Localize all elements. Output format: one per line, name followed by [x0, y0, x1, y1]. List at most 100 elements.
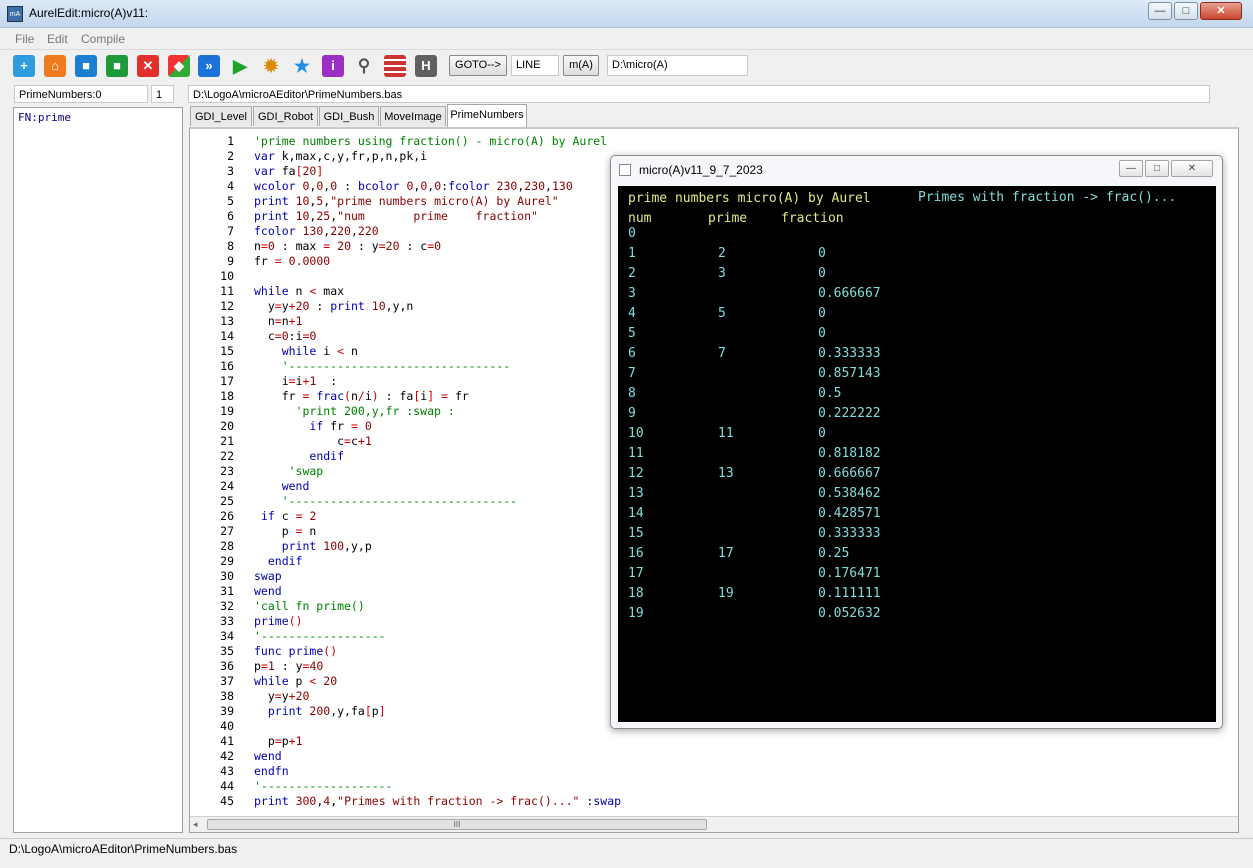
code-line[interactable]: 'prime numbers using fraction() - micro(… [254, 134, 607, 148]
output-minimize-button[interactable]: — [1119, 160, 1143, 177]
code-line[interactable]: print 100,y,p [254, 539, 372, 553]
tab-gdi-bush[interactable]: GDI_Bush [319, 106, 379, 126]
menu-file[interactable]: File [15, 32, 34, 46]
function-list-panel[interactable]: FN:prime [13, 107, 183, 833]
list-icon[interactable] [384, 55, 406, 77]
code-line[interactable]: if fr = 0 [254, 419, 371, 433]
code-line[interactable]: '------------------- [254, 779, 392, 793]
output-num-cell: 5 [628, 326, 636, 341]
function-list-item[interactable]: FN:prime [18, 111, 71, 124]
line-number: 20 [220, 419, 234, 433]
mode-button[interactable]: m(A) [563, 55, 599, 76]
app-icon: mA [7, 6, 23, 22]
output-window[interactable]: micro(A)v11_9_7_2023 — □ ✕ prime numbers… [610, 155, 1223, 729]
code-line[interactable]: endfn [254, 764, 289, 778]
output-fraction-cell: 0 [818, 246, 826, 261]
code-line[interactable]: 'print 200,y,fr :swap : [254, 404, 455, 418]
code-line[interactable]: 'call fn prime() [254, 599, 365, 613]
code-line[interactable]: wend [254, 584, 282, 598]
code-line[interactable]: 'swap [254, 464, 324, 478]
code-line[interactable]: p=1 : y=40 [254, 659, 323, 673]
menu-compile[interactable]: Compile [81, 32, 125, 46]
code-line[interactable]: while p < 20 [254, 674, 337, 688]
code-line[interactable]: fcolor 130,220,220 [254, 224, 379, 238]
code-line[interactable]: wend [254, 479, 310, 493]
close-button[interactable]: ✕ [1200, 2, 1242, 20]
help-icon[interactable]: H [415, 55, 437, 77]
output-col-num: num [628, 211, 652, 226]
path-field[interactable]: D:\micro(A) [607, 55, 748, 76]
run-icon[interactable]: ▶ [229, 55, 251, 77]
scrollbar-thumb[interactable]: III [207, 819, 707, 830]
code-line[interactable]: c=0:i=0 [254, 329, 317, 343]
line-number: 24 [220, 479, 234, 493]
settings-gear-icon[interactable]: ✹ [260, 55, 282, 77]
code-line[interactable]: fr = frac(n/i) : fa[i] = fr [254, 389, 469, 403]
code-line[interactable]: print 10,25,"num prime fraction" [254, 209, 538, 223]
output-fraction-cell: 0.176471 [818, 566, 881, 581]
tab-gdi-robot[interactable]: GDI_Robot [253, 106, 318, 126]
count-field[interactable]: 1 [151, 85, 174, 103]
code-line[interactable]: func prime() [254, 644, 337, 658]
line-number: 14 [220, 329, 234, 343]
code-line[interactable]: i=i+1 : [254, 374, 337, 388]
code-line[interactable]: c=c+1 [254, 434, 372, 448]
search-icon[interactable]: ⚲ [353, 55, 375, 77]
minimize-button[interactable]: — [1148, 2, 1172, 20]
code-line[interactable]: endif [254, 554, 303, 568]
code-line[interactable]: swap [254, 569, 282, 583]
open-file-icon[interactable]: ⌂ [44, 55, 66, 77]
code-line[interactable]: n=0 : max = 20 : y=20 : c=0 [254, 239, 441, 253]
code-line[interactable]: while n < max [254, 284, 344, 298]
maximize-button[interactable]: □ [1174, 2, 1198, 20]
save-as-icon[interactable]: ■ [106, 55, 128, 77]
output-prime-cell: 3 [718, 266, 726, 281]
colors-icon[interactable]: ◆ [168, 55, 190, 77]
code-line[interactable]: while i < n [254, 344, 358, 358]
code-line[interactable]: y=y+20 : print 10,y,n [254, 299, 414, 313]
code-line[interactable]: endif [254, 449, 344, 463]
code-line[interactable]: fr = 0.0000 [254, 254, 330, 268]
menu-edit[interactable]: Edit [47, 32, 68, 46]
line-number: 15 [220, 344, 234, 358]
title-bar[interactable]: mA AurelEdit:micro(A)v11: — □ ✕ [0, 0, 1253, 28]
output-maximize-button[interactable]: □ [1145, 160, 1169, 177]
line-field[interactable]: LINE [511, 55, 559, 76]
line-number: 25 [220, 494, 234, 508]
code-line[interactable]: wend [254, 749, 282, 763]
code-line[interactable]: p = n [254, 524, 317, 538]
code-line[interactable]: var k,max,c,y,fr,p,n,pk,i [254, 149, 427, 163]
new-file-icon[interactable]: + [13, 55, 35, 77]
code-line[interactable]: '--------------------------------- [254, 494, 517, 508]
scroll-left-icon[interactable]: ◂ [193, 819, 198, 830]
fast-forward-icon[interactable]: » [198, 55, 220, 77]
code-line[interactable]: p=p+1 [254, 734, 303, 748]
tab-prime-numbers[interactable]: PrimeNumbers [447, 104, 527, 127]
code-line[interactable]: prime() [254, 614, 303, 628]
code-line[interactable]: print 200,y,fa[p] [254, 704, 386, 718]
output-close-button[interactable]: ✕ [1171, 160, 1213, 177]
code-line[interactable]: '------------------ [254, 629, 386, 643]
file-path-field[interactable]: D:\LogoA\microAEditor\PrimeNumbers.bas [188, 85, 1210, 103]
info-icon[interactable]: i [322, 55, 344, 77]
code-line[interactable]: print 10,5,"prime numbers micro(A) by Au… [254, 194, 559, 208]
code-line[interactable]: '-------------------------------- [254, 359, 511, 373]
line-number: 22 [220, 449, 234, 463]
code-line[interactable]: var fa[20] [254, 164, 323, 178]
horizontal-scrollbar[interactable]: ◂ III [190, 816, 1238, 832]
code-line[interactable]: n=n+1 [254, 314, 303, 328]
tab-gdi-level[interactable]: GDI_Level [190, 106, 252, 126]
code-line[interactable]: wcolor 0,0,0 : bcolor 0,0,0:fcolor 230,2… [254, 179, 573, 193]
save-file-icon[interactable]: ■ [75, 55, 97, 77]
goto-button[interactable]: GOTO--> [449, 55, 507, 76]
line-number: 31 [220, 584, 234, 598]
function-list-field[interactable]: PrimeNumbers:0 [14, 85, 148, 103]
tab-move-image[interactable]: MoveImage [380, 106, 446, 126]
code-line[interactable]: print 300,4,"Primes with fraction -> fra… [254, 794, 621, 808]
code-line[interactable]: y=y+20 [254, 689, 310, 703]
favorite-star-icon[interactable]: ★ [291, 55, 313, 77]
output-num-cell: 2 [628, 266, 636, 281]
close-file-icon[interactable]: ✕ [137, 55, 159, 77]
line-number: 26 [220, 509, 234, 523]
code-line[interactable]: if c = 2 [254, 509, 316, 523]
